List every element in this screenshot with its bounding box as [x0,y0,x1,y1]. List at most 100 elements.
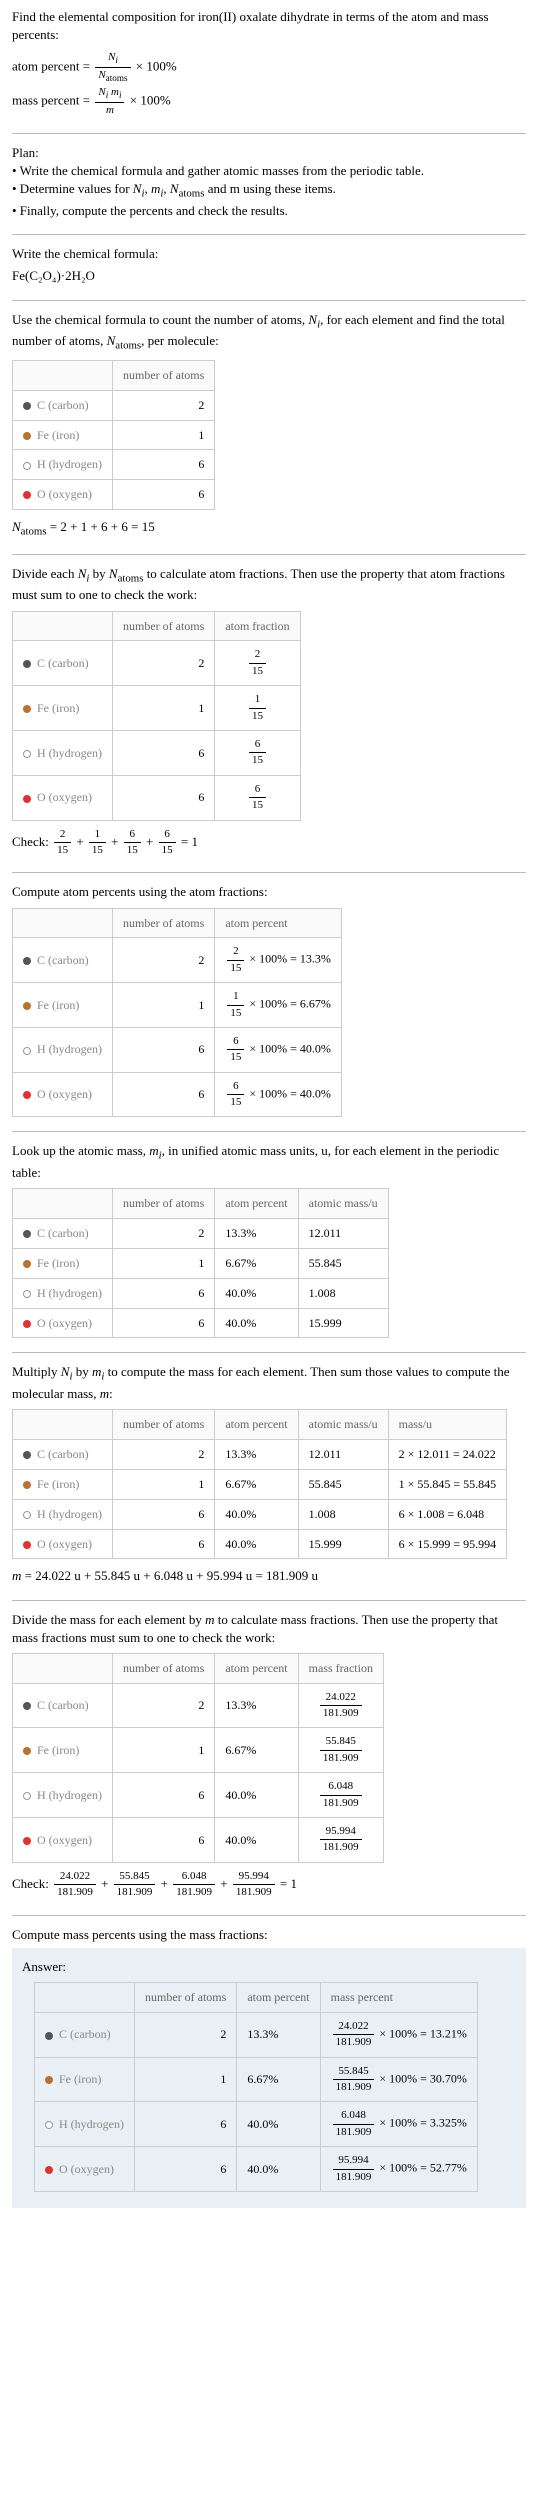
iron-dot-icon [45,2076,53,2084]
mass-calc-section: Multiply Ni by mi to compute the mass fo… [12,1363,526,1585]
atom-fraction-section: Divide each Ni by Natoms to calculate at… [12,565,526,859]
table-row: O (oxygen)640.0%95.994181.909 × 100% = 5… [35,2147,478,2192]
mass-fraction-table: number of atomsatom percentmass fraction… [12,1653,384,1863]
answer-box: Answer: number of atomsatom percentmass … [12,1948,526,2208]
table-row: O (oxygen)640.0%15.9996 × 15.999 = 95.99… [13,1529,507,1559]
iron-dot-icon [23,1002,31,1010]
plan-bullet-1: • Write the chemical formula and gather … [12,162,526,180]
mass-percent-intro: Compute mass percents using the mass fra… [12,1926,526,1944]
plan-bullet-3: • Finally, compute the percents and chec… [12,202,526,220]
hydrogen-dot-icon [23,750,31,758]
iron-dot-icon [23,1481,31,1489]
oxygen-dot-icon [23,1320,31,1328]
oxygen-dot-icon [23,491,31,499]
atom-fraction-check: Check: 215 + 115 + 615 + 615 = 1 [12,827,526,859]
table-row: C (carbon)213.3%12.011 [13,1219,389,1249]
intro-text: Find the elemental composition for iron(… [12,8,526,44]
atom-percent-intro: Compute atom percents using the atom fra… [12,883,526,901]
plan-heading: Plan: [12,144,526,162]
divider [12,554,526,555]
carbon-dot-icon [23,1451,31,1459]
table-row: Fe (iron)16.67%55.845181.909 [13,1728,384,1773]
plan-bullet-2: • Determine values for Ni, mi, Natoms an… [12,180,526,202]
divider [12,1131,526,1132]
carbon-dot-icon [23,957,31,965]
table-row: Fe (iron)16.67%55.845 [13,1249,389,1279]
divider [12,1352,526,1353]
table-row: H (hydrogen)6615 [13,731,301,776]
table-row: C (carbon)2 [13,390,215,420]
atom-percent-formula: atom percent = NiNatoms × 100% [12,50,526,85]
table-row: H (hydrogen)640.0%1.0086 × 1.008 = 6.048 [13,1499,507,1529]
table-row: O (oxygen)6615 [13,775,301,820]
hydrogen-dot-icon [23,1047,31,1055]
n-atoms-sum: Natoms = 2 + 1 + 6 + 6 = 15 [12,518,526,540]
table-row: O (oxygen)6 [13,480,215,510]
oxygen-dot-icon [23,1837,31,1845]
divider [12,1915,526,1916]
mass-percent-formula: mass percent = Ni mim × 100% [12,85,526,118]
divider [12,872,526,873]
atom-fraction-table: number of atomsatom fraction C (carbon)2… [12,611,301,821]
hydrogen-dot-icon [23,1792,31,1800]
table-row: C (carbon)213.3%24.022181.909 [13,1683,384,1728]
answer-table: number of atomsatom percentmass percent … [34,1982,478,2192]
hydrogen-dot-icon [45,2121,53,2129]
mass-fraction-intro: Divide the mass for each element by m to… [12,1611,526,1647]
iron-dot-icon [23,705,31,713]
iron-dot-icon [23,1260,31,1268]
mass-calc-table: number of atomsatom percentatomic mass/u… [12,1409,507,1559]
table-row: Fe (iron)1115 × 100% = 6.67% [13,983,342,1028]
hydrogen-dot-icon [23,462,31,470]
oxygen-dot-icon [23,1541,31,1549]
mass-fraction-check: Check: 24.022181.909 + 55.845181.909 + 6… [12,1869,526,1901]
carbon-dot-icon [23,1230,31,1238]
table-row: H (hydrogen)640.0%6.048181.909 × 100% = … [35,2102,478,2147]
carbon-dot-icon [45,2032,53,2040]
answer-label: Answer: [22,1958,516,1976]
count-intro: Use the chemical formula to count the nu… [12,311,526,355]
iron-dot-icon [23,1747,31,1755]
atomic-mass-section: Look up the atomic mass, mi, in unified … [12,1142,526,1338]
table-row: Fe (iron)16.67%55.8451 × 55.845 = 55.845 [13,1469,507,1499]
atom-fraction-intro: Divide each Ni by Natoms to calculate at… [12,565,526,605]
mass-calc-intro: Multiply Ni by mi to compute the mass fo… [12,1363,526,1403]
atom-percent-table: number of atomsatom percent C (carbon)22… [12,908,342,1118]
oxygen-dot-icon [23,1091,31,1099]
oxygen-dot-icon [45,2166,53,2174]
atomic-mass-table: number of atomsatom percentatomic mass/u… [12,1188,389,1338]
chemical-formula-section: Write the chemical formula: Fe(C₂O₄)·2H₂… [12,245,526,285]
divider [12,1600,526,1601]
carbon-dot-icon [23,402,31,410]
formula-heading: Write the chemical formula: [12,245,526,263]
chemical-formula: Fe(C₂O₄)·2H₂O [12,267,526,285]
carbon-dot-icon [23,1702,31,1710]
table-row: O (oxygen)640.0%95.994181.909 [13,1818,384,1863]
table-row: H (hydrogen)640.0%6.048181.909 [13,1773,384,1818]
table-row: Fe (iron)16.67%55.845181.909 × 100% = 30… [35,2057,478,2102]
atom-percent-section: Compute atom percents using the atom fra… [12,883,526,1117]
hydrogen-dot-icon [23,1511,31,1519]
divider [12,133,526,134]
table-row: Fe (iron)1 [13,420,215,450]
mass-percent-section: Compute mass percents using the mass fra… [12,1926,526,2208]
mass-fraction-section: Divide the mass for each element by m to… [12,1611,526,1901]
iron-dot-icon [23,432,31,440]
divider [12,300,526,301]
table-row: C (carbon)213.3%12.0112 × 12.011 = 24.02… [13,1440,507,1470]
oxygen-dot-icon [23,795,31,803]
table-row: H (hydrogen)6615 × 100% = 40.0% [13,1027,342,1072]
table-row: C (carbon)2215 [13,641,301,686]
molecular-mass-sum: m = 24.022 u + 55.845 u + 6.048 u + 95.9… [12,1567,526,1585]
plan-section: Plan: • Write the chemical formula and g… [12,144,526,220]
divider [12,234,526,235]
table-row: C (carbon)2215 × 100% = 13.3% [13,938,342,983]
hydrogen-dot-icon [23,1290,31,1298]
table-row: O (oxygen)6615 × 100% = 40.0% [13,1072,342,1117]
table-row: Fe (iron)1115 [13,686,301,731]
count-section: Use the chemical formula to count the nu… [12,311,526,540]
table-row: O (oxygen)640.0%15.999 [13,1308,389,1338]
atomic-mass-intro: Look up the atomic mass, mi, in unified … [12,1142,526,1182]
atom-count-table: number of atoms C (carbon)2 Fe (iron)1 H… [12,360,215,510]
table-row: C (carbon)213.3%24.022181.909 × 100% = 1… [35,2012,478,2057]
